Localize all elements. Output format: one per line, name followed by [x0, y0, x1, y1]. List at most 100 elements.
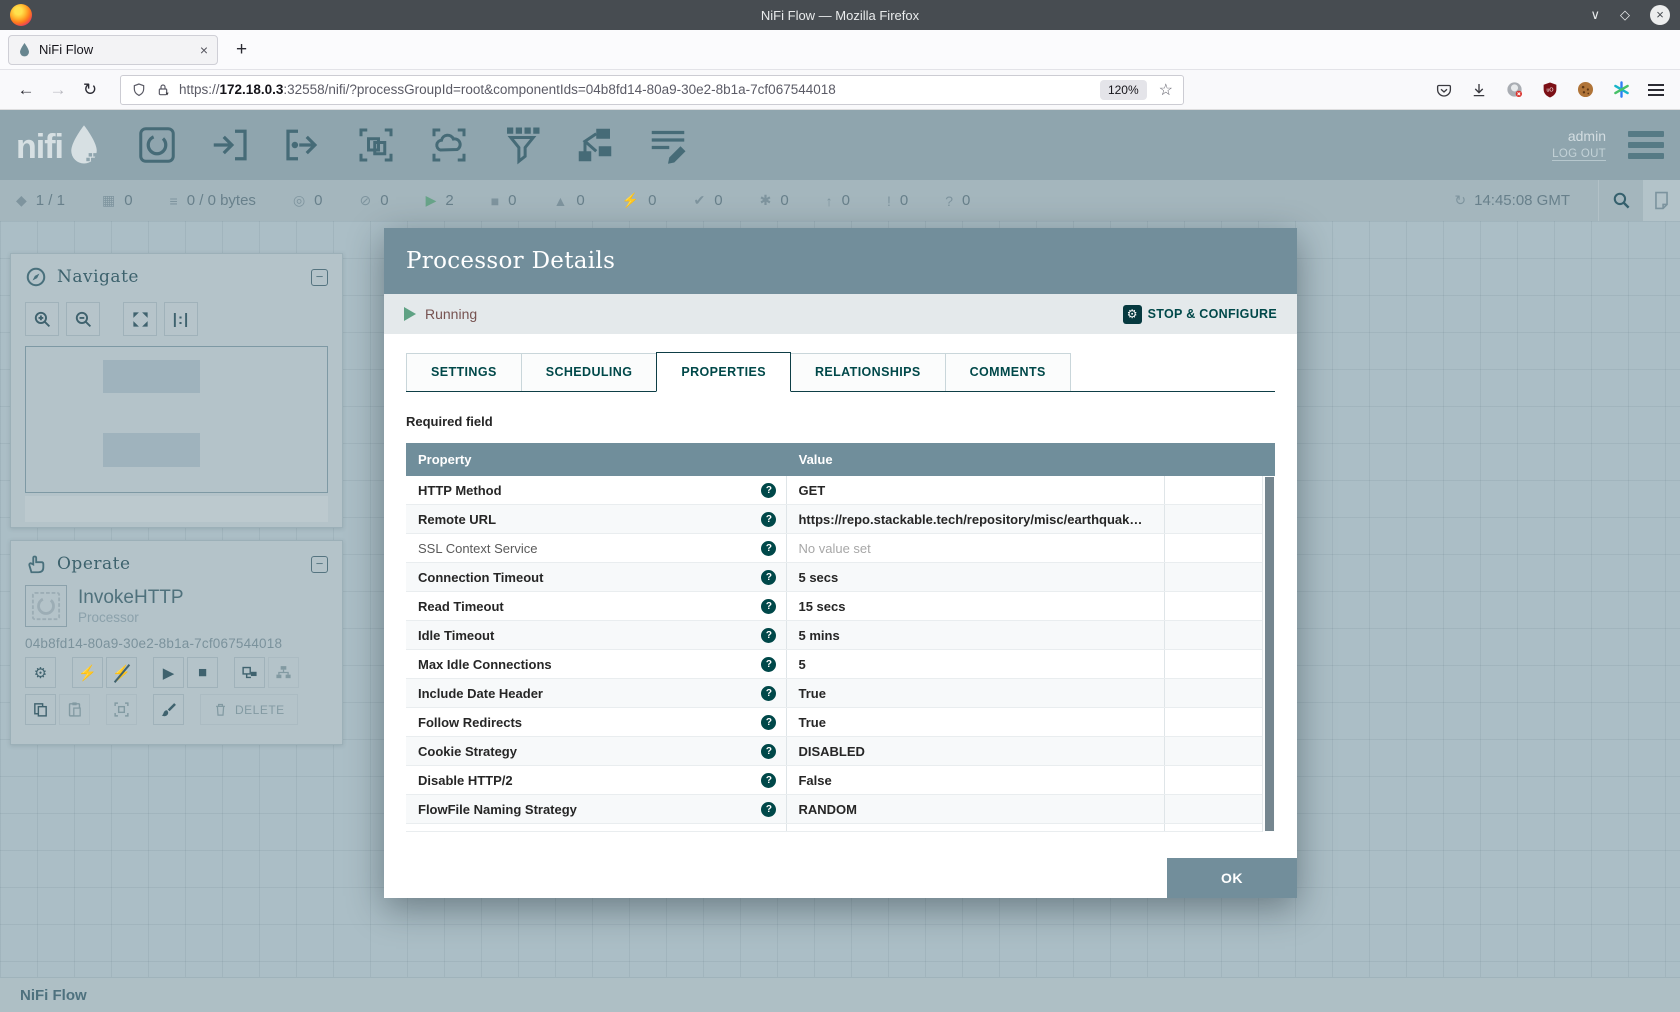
- extension-ublock-icon[interactable]: uO: [1541, 81, 1559, 99]
- breadcrumb[interactable]: NiFi Flow: [20, 987, 87, 1004]
- property-value[interactable]: DISABLED: [786, 737, 1164, 765]
- actual-size-button[interactable]: |:|: [164, 302, 198, 336]
- start-button[interactable]: ▶: [153, 657, 184, 688]
- collapse-navigate-button[interactable]: −: [311, 269, 328, 286]
- tab-close-button[interactable]: ×: [200, 42, 208, 58]
- browser-tab[interactable]: NiFi Flow ×: [8, 35, 218, 65]
- copy-button[interactable]: [25, 694, 56, 725]
- tab-properties[interactable]: PROPERTIES: [656, 352, 791, 392]
- zoom-in-button[interactable]: [25, 302, 59, 336]
- navigate-panel-title: Navigate: [57, 267, 301, 287]
- property-value[interactable]: False: [786, 766, 1164, 794]
- property-value[interactable]: No value set: [786, 824, 1164, 831]
- tab-relationships[interactable]: RELATIONSHIPS: [790, 353, 946, 391]
- input-port-tool-icon[interactable]: [210, 125, 250, 165]
- back-button[interactable]: ←: [10, 80, 42, 100]
- property-value[interactable]: No value set: [786, 534, 1164, 562]
- address-bar[interactable]: https://172.18.0.3:32558/nifi/?processGr…: [120, 75, 1184, 105]
- property-row[interactable]: Disable HTTP/2?False: [406, 766, 1262, 795]
- property-value[interactable]: True: [786, 679, 1164, 707]
- property-value[interactable]: https://repo.stackable.tech/repository/m…: [786, 505, 1164, 533]
- process-group-tool-icon[interactable]: [356, 125, 396, 165]
- zoom-out-button[interactable]: [66, 302, 100, 336]
- pocket-icon[interactable]: [1435, 81, 1453, 99]
- help-icon: ?: [761, 541, 776, 556]
- enable-button[interactable]: ⚡: [72, 657, 103, 688]
- ok-button[interactable]: OK: [1167, 858, 1297, 898]
- window-maximize-button[interactable]: ◇: [1620, 5, 1630, 25]
- property-row[interactable]: Cookie Strategy?DISABLED: [406, 737, 1262, 766]
- extension-privacy-icon[interactable]: [1505, 80, 1524, 99]
- property-row[interactable]: Idle Timeout?5 mins: [406, 621, 1262, 650]
- extension-colorful-icon[interactable]: [1612, 80, 1631, 99]
- nifi-app: nifi admin LOG OUT ◆: [0, 110, 1680, 1012]
- zoom-out-icon: [74, 310, 93, 329]
- collapse-operate-button[interactable]: −: [311, 556, 328, 573]
- downloads-icon[interactable]: [1470, 81, 1488, 99]
- zoom-fit-button[interactable]: [123, 302, 157, 336]
- output-port-tool-icon[interactable]: [283, 125, 323, 165]
- label-tool-icon[interactable]: [648, 125, 688, 165]
- property-row[interactable]: Max Idle Connections?5: [406, 650, 1262, 679]
- property-name: Cookie Strategy: [418, 744, 761, 759]
- property-row[interactable]: Connection Timeout?5 secs: [406, 563, 1262, 592]
- status-item-locally-modified-stale: !0: [887, 192, 908, 209]
- url-text[interactable]: https://172.18.0.3:32558/nifi/?processGr…: [179, 82, 1092, 97]
- delete-button[interactable]: DELETE: [200, 694, 298, 725]
- scrollbar-thumb[interactable]: [1265, 477, 1274, 831]
- create-template-button[interactable]: [106, 694, 137, 725]
- search-button[interactable]: [1599, 180, 1643, 221]
- property-value[interactable]: 5 secs: [786, 563, 1164, 591]
- logout-link[interactable]: LOG OUT: [1552, 148, 1606, 161]
- template-tool-icon[interactable]: [575, 125, 615, 165]
- property-row[interactable]: HTTP Method?GET: [406, 476, 1262, 505]
- change-color-button[interactable]: [153, 694, 184, 725]
- global-menu-button[interactable]: [1628, 126, 1664, 164]
- stop-button[interactable]: ■: [187, 657, 218, 688]
- paste-button[interactable]: [59, 694, 90, 725]
- stop-and-configure-button[interactable]: ⚙ STOP & CONFIGURE: [1123, 305, 1277, 324]
- property-row[interactable]: Follow Redirects?True: [406, 708, 1262, 737]
- new-tab-button[interactable]: +: [236, 39, 247, 61]
- tab-bar: NiFi Flow × +: [0, 30, 1680, 70]
- property-value[interactable]: 15 secs: [786, 592, 1164, 620]
- configure-button[interactable]: ⚙: [25, 657, 56, 688]
- save-flow-version-button[interactable]: [234, 657, 265, 688]
- tracking-shield-icon[interactable]: [131, 82, 147, 98]
- property-value[interactable]: 5: [786, 650, 1164, 678]
- menu-button[interactable]: [1648, 81, 1664, 99]
- property-row[interactable]: Proxy Configuration Service?No value set: [406, 824, 1262, 832]
- stop-configure-icon: ⚙: [1123, 305, 1142, 324]
- remote-process-group-tool-icon[interactable]: [429, 125, 469, 165]
- birdseye-minimap[interactable]: [25, 346, 328, 493]
- tab-scheduling[interactable]: SCHEDULING: [521, 353, 658, 391]
- bookmark-star-icon[interactable]: ☆: [1159, 80, 1173, 100]
- processor-tool-icon[interactable]: [137, 125, 177, 165]
- reload-button[interactable]: ↻: [74, 80, 106, 100]
- window-minimize-button[interactable]: ∨: [1590, 5, 1600, 25]
- delete-label: DELETE: [235, 703, 285, 717]
- property-row[interactable]: FlowFile Naming Strategy?RANDOM: [406, 795, 1262, 824]
- group-components-button[interactable]: [268, 657, 299, 688]
- disable-button[interactable]: ⚡: [106, 657, 137, 688]
- property-value[interactable]: GET: [786, 476, 1164, 504]
- funnel-tool-icon[interactable]: [502, 125, 542, 165]
- property-row[interactable]: SSL Context Service?No value set: [406, 534, 1262, 563]
- property-value[interactable]: True: [786, 708, 1164, 736]
- property-row[interactable]: Read Timeout?15 secs: [406, 592, 1262, 621]
- bulletin-board-button[interactable]: [1643, 180, 1680, 221]
- property-row[interactable]: Include Date Header?True: [406, 679, 1262, 708]
- property-value[interactable]: 5 mins: [786, 621, 1164, 649]
- window-close-button[interactable]: ×: [1650, 5, 1670, 25]
- refresh-icon[interactable]: ↻: [1454, 192, 1466, 209]
- lock-icon[interactable]: [155, 82, 171, 98]
- property-value[interactable]: RANDOM: [786, 795, 1164, 823]
- property-row[interactable]: Remote URL?https://repo.stackable.tech/r…: [406, 505, 1262, 534]
- zoom-level-badge[interactable]: 120%: [1100, 80, 1147, 100]
- tab-comments[interactable]: COMMENTS: [945, 353, 1071, 391]
- table-scrollbar[interactable]: [1262, 476, 1275, 832]
- extension-cookie-icon[interactable]: [1576, 80, 1595, 99]
- properties-table-body: HTTP Method?GETRemote URL?https://repo.s…: [406, 476, 1262, 832]
- forward-button[interactable]: →: [42, 80, 74, 100]
- tab-settings[interactable]: SETTINGS: [406, 353, 522, 391]
